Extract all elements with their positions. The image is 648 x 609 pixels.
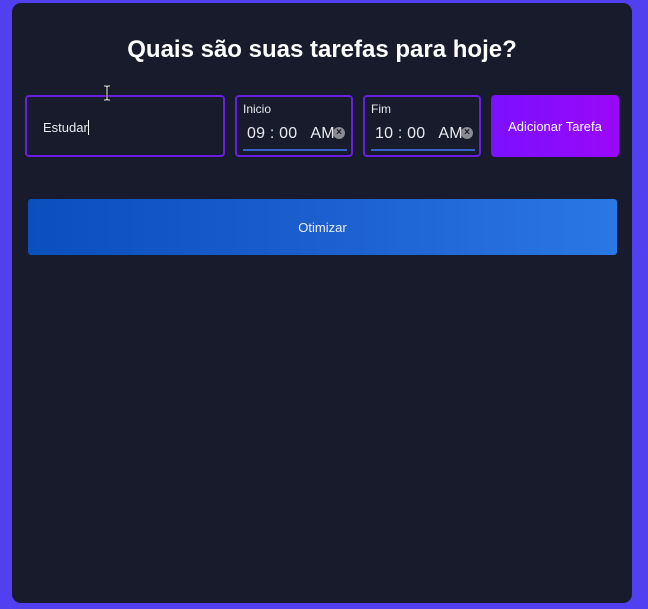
clear-end-time-icon[interactable]: × <box>461 127 473 139</box>
start-time-value[interactable]: 09 : 00 AM <box>247 124 335 144</box>
end-time-label: Fim <box>371 102 391 116</box>
add-task-button[interactable]: Adicionar Tarefa <box>491 95 619 157</box>
end-time-input[interactable]: 10 : 00 AM × <box>371 121 475 151</box>
optimize-button[interactable]: Otimizar <box>28 199 617 255</box>
start-time-input[interactable]: 09 : 00 AM × <box>243 121 347 151</box>
text-caret <box>87 120 89 135</box>
end-time-field[interactable]: Fim 10 : 00 AM × <box>363 95 481 157</box>
task-input-value: Estudar <box>43 120 89 136</box>
text-cursor-icon <box>104 85 110 101</box>
clear-start-time-icon[interactable]: × <box>333 127 345 139</box>
page-title: Quais são suas tarefas para hoje? <box>127 36 517 63</box>
task-input[interactable]: Estudar <box>25 95 225 157</box>
task-input-text: Estudar <box>43 120 88 135</box>
start-time-field[interactable]: Inicio 09 : 00 AM × <box>235 95 353 157</box>
end-time-value[interactable]: 10 : 00 AM <box>375 124 463 144</box>
start-time-label: Inicio <box>243 102 272 116</box>
